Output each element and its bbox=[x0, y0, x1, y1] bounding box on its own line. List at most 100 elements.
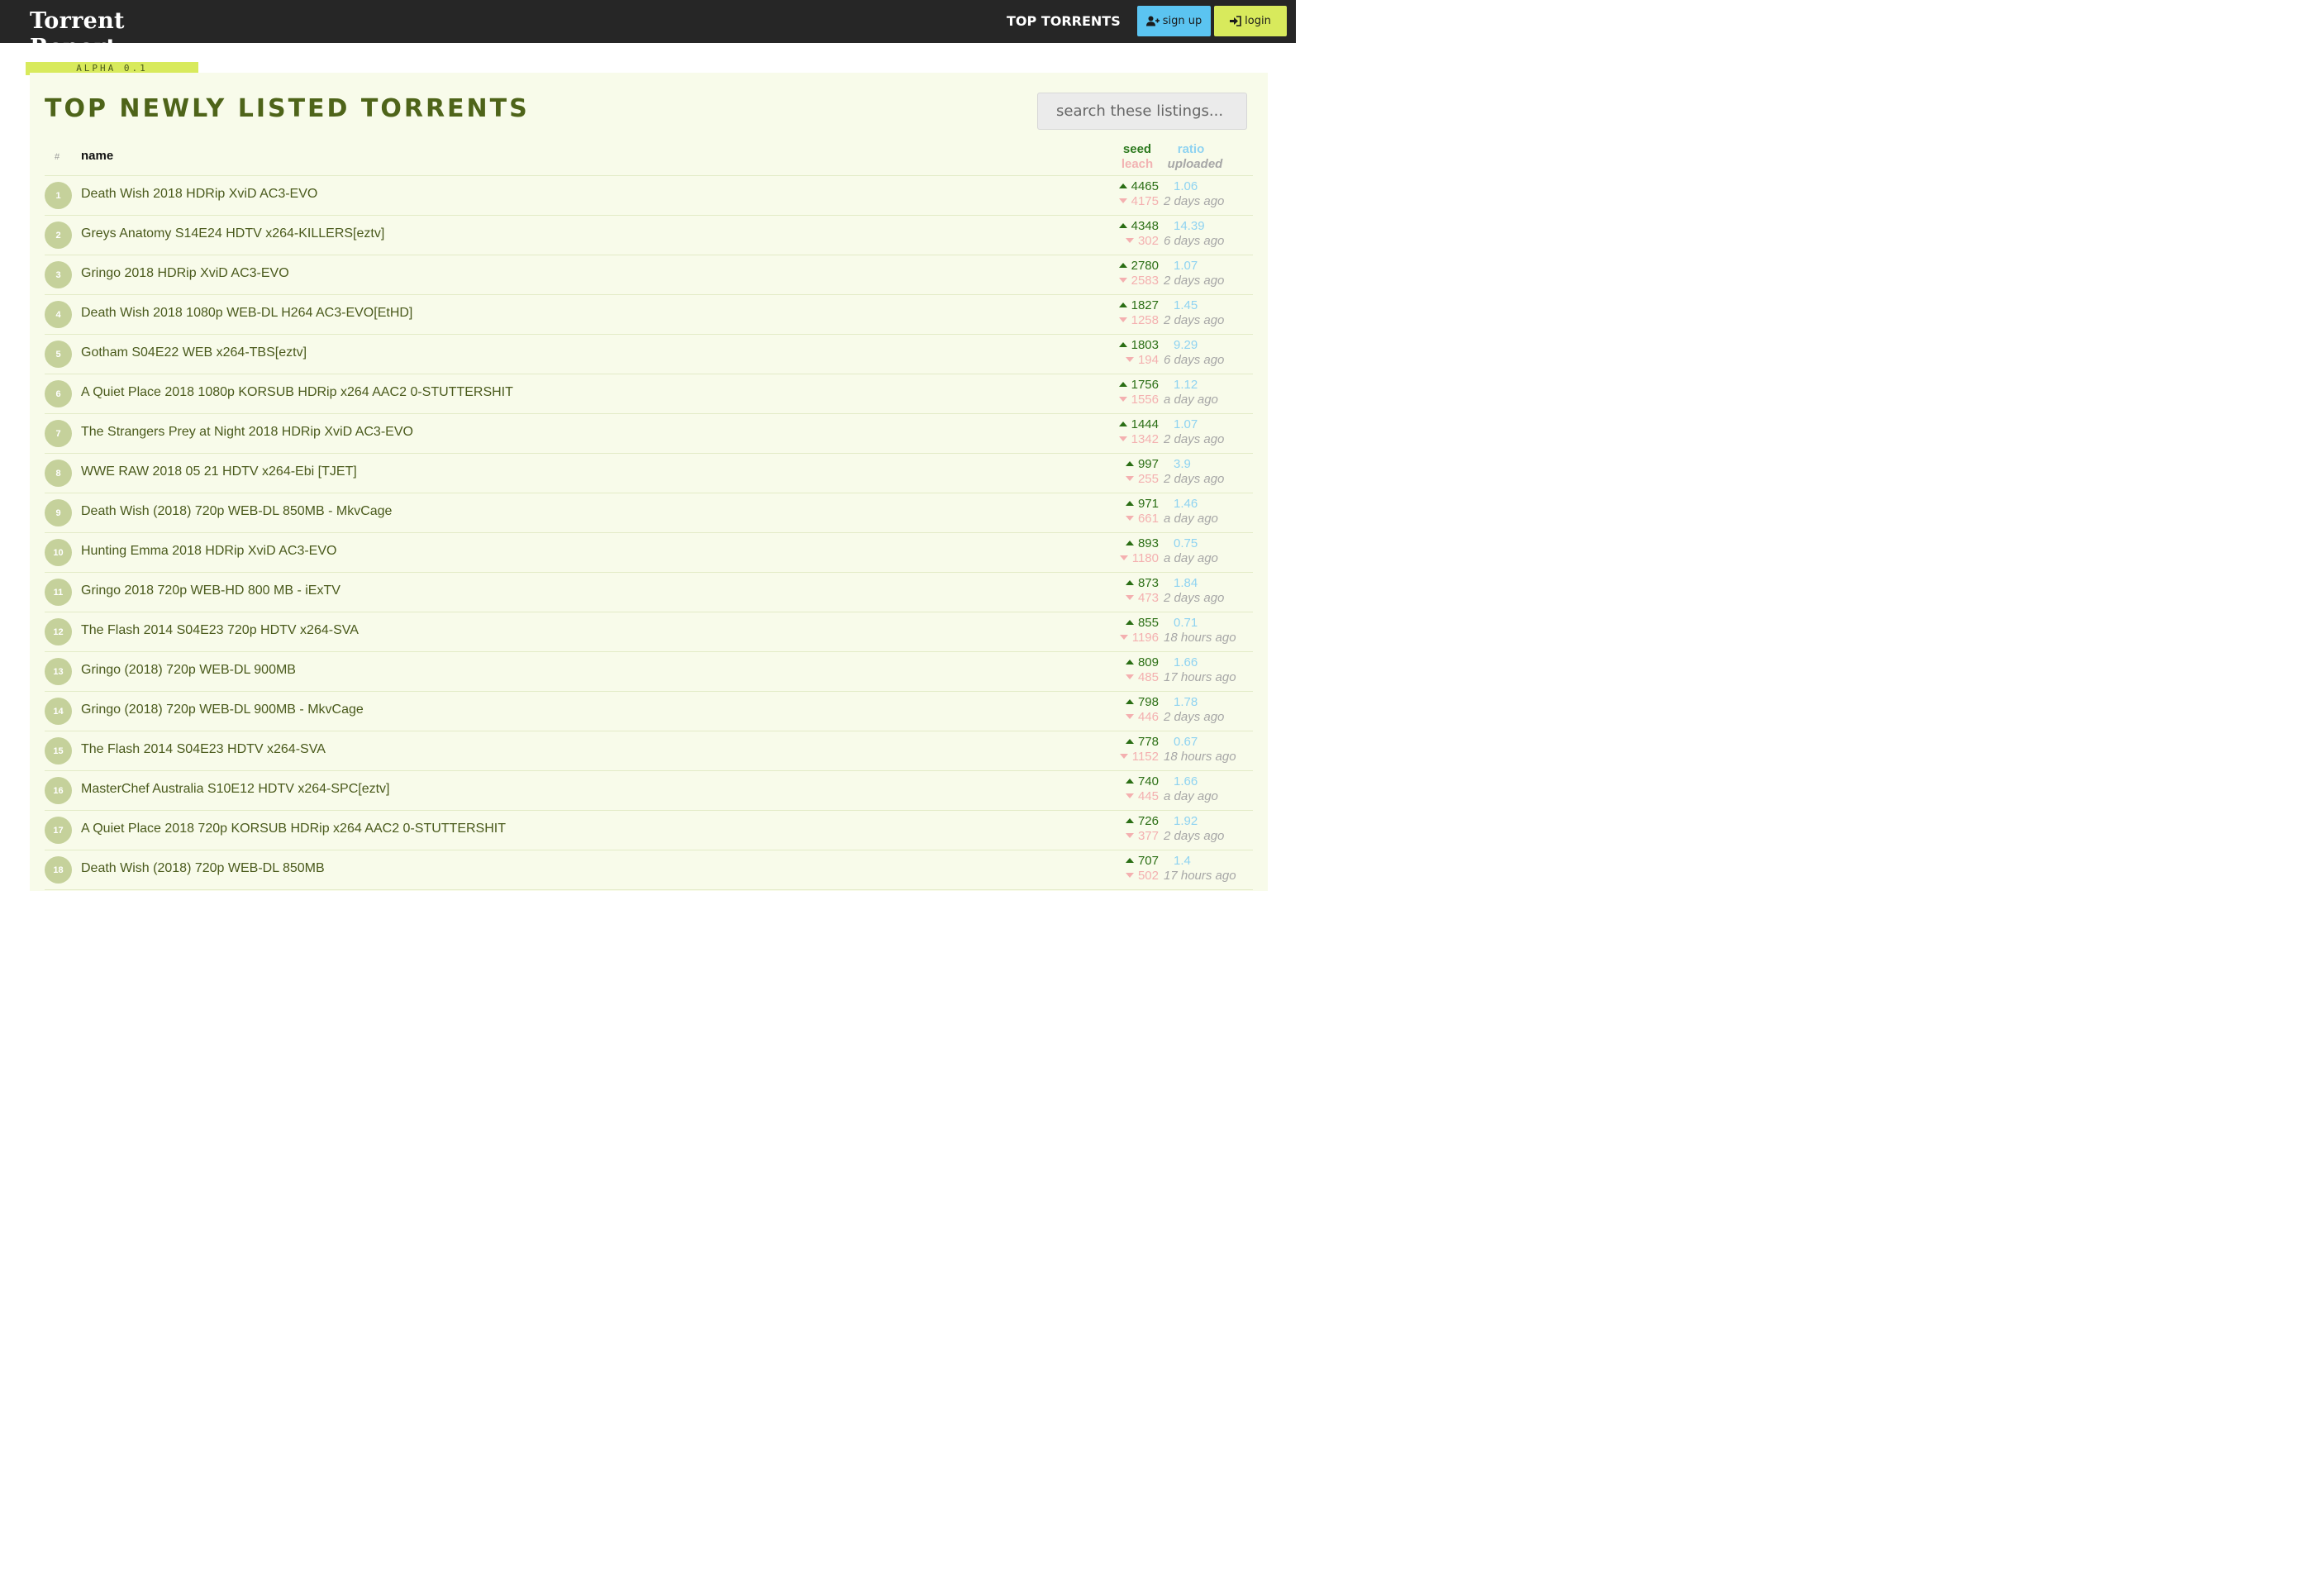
arrow-up-icon bbox=[1125, 501, 1134, 506]
leech-count: 4175 bbox=[1088, 194, 1159, 208]
ratio-value: 1.84 bbox=[1174, 576, 1198, 590]
leech-count: 485 bbox=[1088, 670, 1159, 684]
torrent-name-link[interactable]: A Quiet Place 2018 720p KORSUB HDRip x26… bbox=[81, 822, 506, 836]
leech-value: 485 bbox=[1137, 670, 1159, 684]
rank-badge: 14 bbox=[45, 698, 72, 725]
uploaded-time: 2 days ago bbox=[1164, 432, 1225, 446]
seed-value: 726 bbox=[1137, 814, 1159, 828]
table-row[interactable]: 16 MasterChef Australia S10E12 HDTV x264… bbox=[45, 771, 1253, 811]
nav-top-torrents[interactable]: TOP TORRENTS bbox=[1007, 13, 1121, 29]
leech-count: 302 bbox=[1088, 234, 1159, 248]
torrent-name-link[interactable]: The Strangers Prey at Night 2018 HDRip X… bbox=[81, 425, 413, 440]
seed-value: 1444 bbox=[1131, 417, 1159, 431]
arrow-up-icon bbox=[1118, 302, 1127, 307]
column-header-rank: # bbox=[55, 152, 60, 162]
leech-value: 1152 bbox=[1131, 750, 1159, 764]
table-row[interactable]: 8 WWE RAW 2018 05 21 HDTV x264-Ebi [TJET… bbox=[45, 454, 1253, 493]
table-row[interactable]: 17 A Quiet Place 2018 720p KORSUB HDRip … bbox=[45, 811, 1253, 850]
torrent-name-link[interactable]: Gringo 2018 720p WEB-HD 800 MB - iExTV bbox=[81, 584, 341, 598]
rank-badge: 13 bbox=[45, 658, 72, 685]
arrow-down-icon bbox=[1119, 555, 1128, 560]
torrent-name-link[interactable]: Death Wish (2018) 720p WEB-DL 850MB - Mk… bbox=[81, 504, 392, 519]
torrent-name-link[interactable]: Gringo 2018 HDRip XviD AC3-EVO bbox=[81, 266, 289, 281]
column-header-seed[interactable]: seed bbox=[1122, 142, 1152, 156]
seed-value: 809 bbox=[1137, 655, 1159, 669]
ratio-value: 1.66 bbox=[1174, 655, 1198, 669]
torrent-name-link[interactable]: Death Wish 2018 1080p WEB-DL H264 AC3-EV… bbox=[81, 306, 412, 321]
table-row[interactable]: 13 Gringo (2018) 720p WEB-DL 900MB 809 4… bbox=[45, 652, 1253, 692]
torrent-name-link[interactable]: Death Wish 2018 HDRip XviD AC3-EVO bbox=[81, 187, 317, 202]
leech-count: 2583 bbox=[1088, 274, 1159, 288]
leech-count: 194 bbox=[1088, 353, 1159, 367]
rank-badge: 12 bbox=[45, 618, 72, 645]
column-header-leach[interactable]: leach bbox=[1121, 157, 1154, 171]
table-row[interactable]: 9 Death Wish (2018) 720p WEB-DL 850MB - … bbox=[45, 493, 1253, 533]
leech-value: 302 bbox=[1137, 234, 1159, 248]
torrent-name-link[interactable]: The Flash 2014 S04E23 HDTV x264-SVA bbox=[81, 742, 326, 757]
torrent-name-link[interactable]: Gringo (2018) 720p WEB-DL 900MB - MkvCag… bbox=[81, 703, 364, 717]
ratio-value: 1.46 bbox=[1174, 497, 1198, 511]
uploaded-time: 17 hours ago bbox=[1164, 670, 1236, 684]
table-row[interactable]: 4 Death Wish 2018 1080p WEB-DL H264 AC3-… bbox=[45, 295, 1253, 335]
leech-count: 446 bbox=[1088, 710, 1159, 724]
table-row[interactable]: 15 The Flash 2014 S04E23 HDTV x264-SVA 7… bbox=[45, 731, 1253, 771]
table-row[interactable]: 3 Gringo 2018 HDRip XviD AC3-EVO 2780 25… bbox=[45, 255, 1253, 295]
column-header-name[interactable]: name bbox=[81, 149, 113, 163]
torrent-name-link[interactable]: Gringo (2018) 720p WEB-DL 900MB bbox=[81, 663, 296, 678]
leech-value: 194 bbox=[1137, 353, 1159, 367]
leech-count: 1258 bbox=[1088, 313, 1159, 327]
torrent-name-link[interactable]: MasterChef Australia S10E12 HDTV x264-SP… bbox=[81, 782, 390, 797]
table-row[interactable]: 1 Death Wish 2018 HDRip XviD AC3-EVO 446… bbox=[45, 176, 1253, 216]
arrow-down-icon bbox=[1125, 873, 1134, 878]
seed-count: 778 bbox=[1088, 735, 1159, 749]
user-plus-icon bbox=[1145, 16, 1160, 26]
table-row[interactable]: 7 The Strangers Prey at Night 2018 HDRip… bbox=[45, 414, 1253, 454]
table-row[interactable]: 2 Greys Anatomy S14E24 HDTV x264-KILLERS… bbox=[45, 216, 1253, 255]
uploaded-time: a day ago bbox=[1164, 789, 1218, 803]
ratio-value: 1.78 bbox=[1174, 695, 1198, 709]
ratio-value: 1.4 bbox=[1174, 854, 1191, 868]
brand-logo[interactable]: Torrent Report ALPHA 0.1 bbox=[26, 8, 198, 75]
uploaded-time: 2 days ago bbox=[1164, 829, 1225, 843]
login-button[interactable]: login bbox=[1214, 6, 1287, 36]
leech-value: 377 bbox=[1137, 829, 1159, 843]
seed-value: 798 bbox=[1137, 695, 1159, 709]
rank-badge: 15 bbox=[45, 737, 72, 765]
search-input[interactable] bbox=[1037, 93, 1247, 130]
leech-count: 255 bbox=[1088, 472, 1159, 486]
seed-value: 1803 bbox=[1131, 338, 1159, 352]
arrow-up-icon bbox=[1118, 422, 1127, 426]
uploaded-time: 2 days ago bbox=[1164, 313, 1225, 327]
arrow-up-icon bbox=[1125, 660, 1134, 665]
seed-value: 997 bbox=[1137, 457, 1159, 471]
uploaded-time: a day ago bbox=[1164, 393, 1218, 407]
table-row[interactable]: 6 A Quiet Place 2018 1080p KORSUB HDRip … bbox=[45, 374, 1253, 414]
table-row[interactable]: 14 Gringo (2018) 720p WEB-DL 900MB - Mkv… bbox=[45, 692, 1253, 731]
torrent-name-link[interactable]: Hunting Emma 2018 HDRip XviD AC3-EVO bbox=[81, 544, 336, 559]
torrent-name-link[interactable]: Gotham S04E22 WEB x264-TBS[eztv] bbox=[81, 345, 307, 360]
seed-count: 809 bbox=[1088, 655, 1159, 669]
login-label: login bbox=[1245, 15, 1271, 27]
seed-value: 2780 bbox=[1131, 259, 1159, 273]
torrent-name-link[interactable]: The Flash 2014 S04E23 720p HDTV x264-SVA bbox=[81, 623, 359, 638]
table-row[interactable]: 11 Gringo 2018 720p WEB-HD 800 MB - iExT… bbox=[45, 573, 1253, 612]
torrent-name-link[interactable]: Greys Anatomy S14E24 HDTV x264-KILLERS[e… bbox=[81, 226, 384, 241]
arrow-down-icon bbox=[1118, 397, 1127, 402]
table-row[interactable]: 18 Death Wish (2018) 720p WEB-DL 850MB 7… bbox=[45, 850, 1253, 890]
torrent-name-link[interactable]: Death Wish (2018) 720p WEB-DL 850MB bbox=[81, 861, 325, 876]
ratio-value: 1.07 bbox=[1174, 259, 1198, 273]
column-header-ratio[interactable]: ratio bbox=[1177, 142, 1205, 156]
leech-value: 445 bbox=[1137, 789, 1159, 803]
sign-up-button[interactable]: sign up bbox=[1137, 6, 1211, 36]
column-header-uploaded[interactable]: uploaded bbox=[1165, 157, 1225, 171]
table-row[interactable]: 5 Gotham S04E22 WEB x264-TBS[eztv] 1803 … bbox=[45, 335, 1253, 374]
torrent-name-link[interactable]: A Quiet Place 2018 1080p KORSUB HDRip x2… bbox=[81, 385, 513, 400]
table-row[interactable]: 10 Hunting Emma 2018 HDRip XviD AC3-EVO … bbox=[45, 533, 1253, 573]
seed-value: 971 bbox=[1137, 497, 1159, 511]
sign-in-icon bbox=[1230, 16, 1241, 26]
table-row[interactable]: 12 The Flash 2014 S04E23 720p HDTV x264-… bbox=[45, 612, 1253, 652]
leech-value: 2583 bbox=[1131, 274, 1159, 288]
arrow-up-icon bbox=[1125, 858, 1134, 863]
leech-count: 502 bbox=[1088, 869, 1159, 883]
torrent-name-link[interactable]: WWE RAW 2018 05 21 HDTV x264-Ebi [TJET] bbox=[81, 464, 357, 479]
